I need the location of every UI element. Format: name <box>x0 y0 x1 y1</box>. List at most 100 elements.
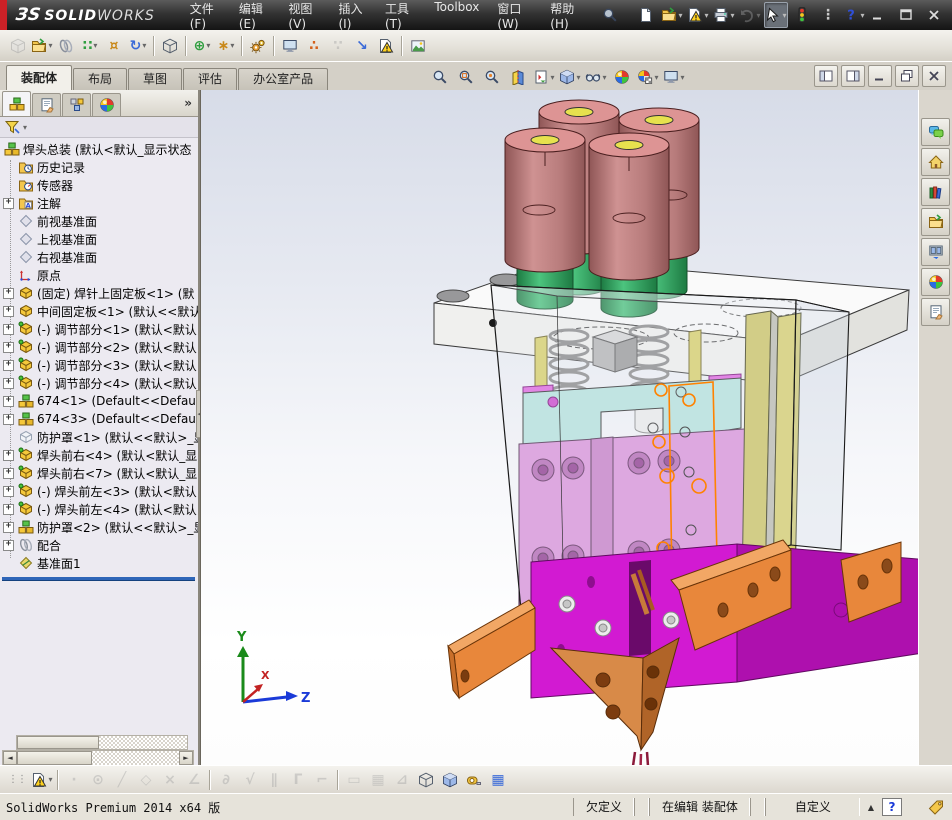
dropdown-arrow[interactable]: ▾ <box>704 11 708 20</box>
dropdown-arrow[interactable]: ▾ <box>550 73 554 82</box>
view-orientation-button[interactable]: ▾ <box>532 64 556 90</box>
tree-item[interactable]: 前视基准面 <box>0 212 198 230</box>
expand-toggle[interactable]: + <box>3 324 14 335</box>
tree-item[interactable]: +674<3> (Default<<Default>_ <box>0 410 198 428</box>
relation-fix-button[interactable]: ⌐ <box>310 767 334 793</box>
filter-dropdown-arrow[interactable]: ▾ <box>23 123 27 132</box>
collapse-left-pane-button[interactable] <box>814 65 838 87</box>
view-settings-button[interactable]: ▾ <box>636 64 660 90</box>
move-component-button[interactable]: ↻ ▾ <box>126 33 150 59</box>
tree-item[interactable]: + 焊头前右<7> (默认<默认_显 <box>0 464 198 482</box>
search-icon[interactable] <box>602 7 618 23</box>
tree-item[interactable]: + (-) 调节部分<1> (默认<默认 <box>0 320 198 338</box>
relation-perpendicular-button[interactable]: Γ <box>286 767 310 793</box>
3d-model[interactable]: Y Z X <box>201 90 919 765</box>
comments-tab[interactable] <box>921 118 950 146</box>
wireframe-view-button[interactable] <box>414 767 438 793</box>
status-custom[interactable]: 自定义 <box>764 798 860 816</box>
select-tool-button[interactable]: ▾ <box>764 2 788 28</box>
sketch-line-button[interactable]: ╱ <box>110 767 134 793</box>
displaymanager-tab[interactable] <box>92 93 121 116</box>
tree-item[interactable]: 原点 <box>0 266 198 284</box>
options-button[interactable] <box>790 2 814 28</box>
expand-toggle[interactable]: + <box>3 306 14 317</box>
expand-toggle[interactable]: + <box>3 342 14 353</box>
expand-toggle[interactable]: + <box>3 504 14 515</box>
relation-parallel-button[interactable]: ∥ <box>262 767 286 793</box>
sketch-point-button[interactable]: · <box>62 767 86 793</box>
tree-item[interactable]: 防护罩<1> (默认<<默认>_显 <box>0 428 198 446</box>
home-tab[interactable] <box>921 148 950 176</box>
tree-item[interactable]: + (-) 焊头前左<4> (默认<默认 <box>0 500 198 518</box>
expand-toggle[interactable]: + <box>3 486 14 497</box>
graphics-viewport[interactable]: Y Z X <box>200 90 919 765</box>
edit-component-button[interactable] <box>6 33 30 59</box>
angle-snap-button[interactable]: ⊿ <box>390 767 414 793</box>
dropdown-arrow[interactable]: ▾ <box>730 11 734 20</box>
solidworks-resources-button[interactable]: ▾ <box>686 2 710 28</box>
tree-scroll-strip[interactable] <box>16 735 188 750</box>
tree-horizontal-scrollbar[interactable]: ◄ ► <box>2 750 194 766</box>
model-cylinders[interactable] <box>504 99 700 281</box>
maximize-button[interactable] <box>894 5 918 25</box>
print-button[interactable]: ▾ <box>712 2 736 28</box>
sketch-trim-button[interactable]: × <box>158 767 182 793</box>
collapse-right-pane-button[interactable] <box>841 65 865 87</box>
dropdown-arrow[interactable]: ▾ <box>756 11 760 20</box>
minimize-button[interactable] <box>866 5 890 25</box>
dropdown-arrow[interactable]: ▾ <box>48 775 52 784</box>
dropdown-arrow[interactable]: ▾ <box>602 73 606 82</box>
interference-detection-button[interactable]: ↘ <box>350 33 374 59</box>
instant2d-button[interactable]: ▭ <box>342 767 366 793</box>
dropdown-arrow[interactable]: ▾ <box>48 41 52 50</box>
view-pal-tab[interactable] <box>921 238 950 266</box>
command-finder-button[interactable]: ⋮ <box>816 2 840 28</box>
shaded-view-button[interactable] <box>438 767 462 793</box>
dropdown-arrow[interactable]: ▾ <box>654 73 658 82</box>
tree-item[interactable]: + A 注解 <box>0 194 198 212</box>
relation-coincident-button[interactable]: √ <box>238 767 262 793</box>
tab-评估[interactable]: 评估 <box>183 68 238 90</box>
undo-button[interactable]: ▾ <box>738 2 762 28</box>
tree-item[interactable]: 上视基准面 <box>0 230 198 248</box>
expand-toggle[interactable]: + <box>3 198 14 209</box>
tree-item[interactable]: + 配合 <box>0 536 198 554</box>
tree-item[interactable]: + (-) 调节部分<4> (默认<默认 <box>0 374 198 392</box>
display-style-button[interactable]: ▾ <box>558 64 582 90</box>
tree-root[interactable]: 焊头总装 (默认<默认_显示状态 <box>0 140 198 158</box>
take-snapshot-button[interactable] <box>406 33 430 59</box>
dropdown-arrow[interactable]: ▾ <box>782 11 786 20</box>
toolbar-drag-handle[interactable]: ⋮⋮ <box>8 774 27 785</box>
tree-item[interactable]: + (固定) 焊针上固定板<1> (默 <box>0 284 198 302</box>
motion-study-button[interactable] <box>246 33 270 59</box>
design-table-button[interactable]: ▦ <box>486 767 510 793</box>
smart-fasteners-button[interactable]: ¤ <box>102 33 126 59</box>
dropdown-arrow[interactable]: ▾ <box>680 73 684 82</box>
open-document-button[interactable]: ▾ <box>660 2 684 28</box>
magnified-selection-button[interactable] <box>480 64 504 90</box>
configurationmanager-tab[interactable] <box>62 93 91 116</box>
tree-item[interactable]: + 防护罩<2> (默认<<默认>_显 <box>0 518 198 536</box>
file-explorer-tab[interactable] <box>921 208 950 236</box>
status-help-button[interactable]: ? <box>882 798 902 816</box>
show-hidden-components-button[interactable] <box>158 33 182 59</box>
section-view-button[interactable] <box>506 64 530 90</box>
sketch-polygon-button[interactable]: ◇ <box>134 767 158 793</box>
tree-item[interactable]: 基准面1 <box>0 554 198 572</box>
expand-toggle[interactable]: + <box>3 378 14 389</box>
tab-草图[interactable]: 草图 <box>128 68 183 90</box>
explode-line-sketch-button[interactable]: ∵ <box>326 33 350 59</box>
assembly-features-button[interactable]: ⊕ ▾ <box>190 33 214 59</box>
measure-button[interactable] <box>462 767 486 793</box>
tab-布局[interactable]: 布局 <box>73 68 128 90</box>
tree-item[interactable]: 右视基准面 <box>0 248 198 266</box>
insert-components-button[interactable]: ▾ <box>30 33 54 59</box>
dropdown-arrow[interactable]: ▾ <box>678 11 682 20</box>
doc-close-button[interactable] <box>922 65 946 87</box>
quick-tips-button[interactable]: ▾ <box>30 767 54 793</box>
scroll-thumb[interactable] <box>17 751 92 765</box>
tree-item[interactable]: + 焊头前右<4> (默认<默认_显 <box>0 446 198 464</box>
help-button[interactable]: ? ▾ <box>842 2 866 28</box>
dropdown-arrow[interactable]: ▾ <box>860 11 864 20</box>
expand-toggle[interactable]: + <box>3 522 14 533</box>
